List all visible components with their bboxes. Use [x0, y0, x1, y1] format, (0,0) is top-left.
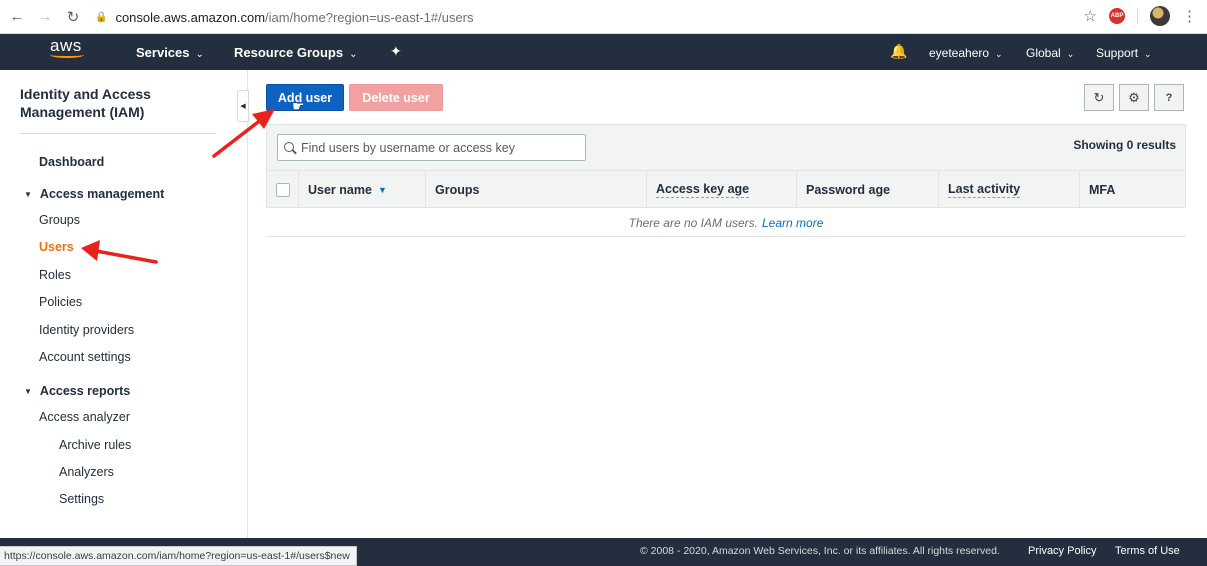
- users-table: Showing 0 results User name ▼ Groups Acce…: [266, 124, 1186, 208]
- pin-icon[interactable]: ✦: [390, 43, 402, 60]
- refresh-button[interactable]: ↻: [1084, 84, 1114, 111]
- more-menu-icon[interactable]: ⋮: [1182, 7, 1197, 25]
- chevron-down-icon: ⌄: [1066, 49, 1075, 59]
- reload-icon[interactable]: ↻: [62, 6, 84, 28]
- bell-icon[interactable]: 🔔: [890, 43, 907, 60]
- support-label: Support: [1096, 46, 1139, 60]
- column-label: User name: [308, 182, 372, 197]
- caret-down-icon: ▼: [24, 387, 32, 396]
- help-button[interactable]: ?: [1154, 84, 1184, 111]
- chevron-down-icon: ⌄: [995, 49, 1003, 59]
- column-user-name[interactable]: User name ▼: [299, 171, 426, 208]
- terms-of-use-link[interactable]: Terms of Use: [1115, 545, 1180, 557]
- results-count: Showing 0 results: [1073, 138, 1176, 152]
- column-label: MFA: [1089, 182, 1116, 197]
- aws-logo[interactable]: aws: [50, 37, 90, 67]
- chevron-down-icon: ⌄: [1144, 49, 1152, 59]
- settings-button[interactable]: ⚙: [1119, 84, 1149, 111]
- sidebar-item-account-settings[interactable]: Account settings: [39, 350, 131, 364]
- forward-arrow-icon[interactable]: →: [34, 6, 56, 28]
- sidebar-item-policies[interactable]: Policies: [39, 295, 82, 309]
- account-label: eyeteahero: [929, 46, 990, 60]
- aws-logo-text: aws: [50, 36, 82, 55]
- table-header: User name ▼ Groups Access key age Passwor…: [267, 170, 1185, 208]
- caret-left-icon: ◀: [240, 103, 246, 110]
- sidebar-item-groups[interactable]: Groups: [39, 213, 80, 227]
- sidebar-item-identity-providers[interactable]: Identity providers: [39, 323, 134, 337]
- sidebar-divider: [20, 133, 216, 134]
- copyright-text: © 2008 - 2020, Amazon Web Services, Inc.…: [640, 545, 1000, 557]
- lock-icon: 🔒: [95, 11, 108, 23]
- search-input[interactable]: [301, 140, 571, 155]
- chevron-down-icon: ⌄: [349, 49, 358, 60]
- column-groups[interactable]: Groups: [426, 171, 647, 208]
- bookmark-star-icon[interactable]: ☆: [1084, 7, 1097, 25]
- iam-sidebar: Identity and Access Management (IAM) Das…: [0, 70, 248, 538]
- column-access-key-age[interactable]: Access key age: [647, 171, 797, 208]
- delete-user-button[interactable]: Delete user: [349, 84, 443, 111]
- url-host: console.aws.amazon.com: [115, 9, 266, 25]
- column-mfa[interactable]: MFA: [1080, 171, 1185, 208]
- sidebar-section-access-management[interactable]: ▼ Access management: [24, 187, 164, 201]
- select-all-checkbox[interactable]: [276, 182, 290, 197]
- back-arrow-icon[interactable]: ←: [6, 6, 28, 28]
- column-label: Groups: [435, 182, 480, 197]
- resource-groups-menu[interactable]: Resource Groups ⌄: [234, 45, 357, 60]
- section-label: Access reports: [39, 384, 131, 398]
- empty-state-row: There are no IAM users. Learn more: [266, 209, 1186, 237]
- sidebar-collapse-toggle[interactable]: ◀: [237, 90, 249, 122]
- search-box[interactable]: [277, 134, 586, 161]
- sidebar-section-access-reports[interactable]: ▼ Access reports: [24, 384, 130, 398]
- link-status-bar: https://console.aws.amazon.com/iam/home?…: [0, 546, 357, 566]
- section-label: Access management: [39, 187, 165, 201]
- adblock-icon[interactable]: ABP: [1109, 8, 1125, 24]
- sidebar-title: Identity and Access Management (IAM): [20, 86, 151, 120]
- sidebar-item-analyzers[interactable]: Analyzers: [59, 465, 114, 479]
- column-password-age[interactable]: Password age: [797, 171, 939, 208]
- aws-top-nav: aws Services ⌄ Resource Groups ⌄ ✦ 🔔 eyete…: [0, 34, 1207, 70]
- sidebar-item-archive-rules[interactable]: Archive rules: [59, 438, 131, 452]
- select-all-cell: [267, 171, 299, 208]
- privacy-policy-link[interactable]: Privacy Policy: [1028, 545, 1096, 557]
- sidebar-item-users[interactable]: Users: [39, 240, 74, 254]
- url-path: /iam/home?region=us-east-1#/users: [265, 9, 474, 25]
- learn-more-link[interactable]: Learn more: [762, 216, 823, 230]
- refresh-icon: ↻: [1093, 89, 1105, 105]
- empty-state-text: There are no IAM users.: [628, 215, 758, 230]
- services-menu[interactable]: Services ⌄: [136, 45, 204, 60]
- region-label: Global: [1026, 46, 1061, 60]
- column-label: Last activity: [948, 181, 1021, 198]
- browser-toolbar: ← → ↻ 🔒 console.aws.amazon.com/iam/home?…: [0, 0, 1207, 34]
- column-label: Access key age: [656, 181, 750, 198]
- address-bar[interactable]: 🔒 console.aws.amazon.com/iam/home?region…: [95, 5, 1105, 29]
- profile-avatar[interactable]: [1150, 6, 1170, 26]
- sort-down-icon: ▼: [377, 184, 387, 195]
- region-menu[interactable]: Global ⌄: [1026, 46, 1074, 60]
- sidebar-item-settings[interactable]: Settings: [59, 492, 104, 506]
- sidebar-item-roles[interactable]: Roles: [39, 268, 71, 282]
- add-user-button[interactable]: Add user: [266, 84, 344, 111]
- resource-groups-label: Resource Groups: [234, 45, 344, 60]
- column-label: Password age: [806, 182, 891, 197]
- caret-down-icon: ▼: [24, 190, 32, 199]
- sidebar-item-access-analyzer[interactable]: Access analyzer: [39, 410, 130, 424]
- sidebar-item-dashboard[interactable]: Dashboard: [39, 155, 104, 169]
- toolbar-divider: [1137, 8, 1138, 24]
- services-label: Services: [136, 45, 190, 60]
- support-menu[interactable]: Support ⌄: [1096, 46, 1152, 60]
- help-icon: ?: [1165, 91, 1173, 104]
- hand-cursor-icon: ☛: [292, 98, 305, 114]
- search-icon: [284, 141, 296, 154]
- chevron-down-icon: ⌄: [195, 49, 204, 60]
- column-last-activity[interactable]: Last activity: [939, 171, 1080, 208]
- gear-icon: ⚙: [1128, 89, 1140, 105]
- account-menu[interactable]: eyeteahero ⌄: [929, 46, 1003, 60]
